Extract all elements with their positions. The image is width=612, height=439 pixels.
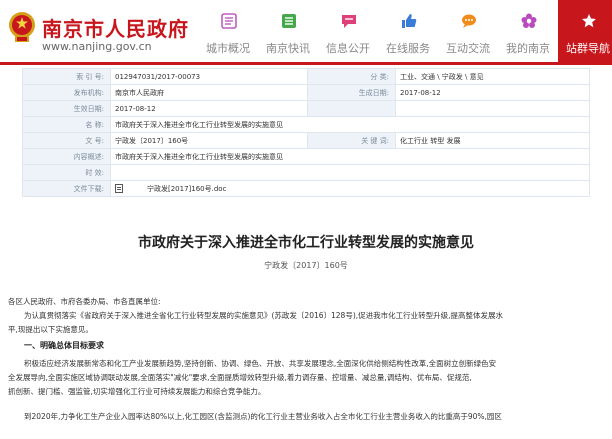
title-value: 市政府关于深入推进全市化工行业转型发展的实施意见 [110, 116, 590, 133]
download-icon[interactable] [115, 184, 123, 193]
summary-label: 内容概述: [22, 148, 111, 165]
national-emblem-icon [9, 12, 35, 42]
issuer-value: 南京市人民政府 [110, 84, 308, 101]
nav-label: 互动交流 [446, 42, 490, 55]
timeliness-value [110, 164, 590, 181]
interaction-icon [462, 14, 476, 28]
index-no-label: 索 引 号: [22, 68, 111, 85]
document-metadata-table: 索 引 号: 012947031/2017-00073 分 类: 工业、交通 \… [22, 68, 590, 197]
category-label: 分 类: [307, 68, 396, 85]
document-number: 宁政发〔2017〕160号 [264, 261, 348, 270]
index-no-value: 012947031/2017-00073 [110, 68, 308, 85]
salutation: 各区人民政府、市府各委办局、市各直属单位: [8, 297, 161, 306]
main-nav: 城市概况 南京快讯 信息公开 在线服务 互动交流 我的南京 站群导航 [198, 0, 612, 62]
publish-value: 2017-08-12 [110, 100, 308, 117]
site-header: 南京市人民政府 www.nanjing.gov.cn 城市概况 南京快讯 信息公… [0, 0, 612, 65]
created-value: 2017-08-12 [395, 84, 590, 101]
paragraph-line: 全发展导向,全面实施区域协调联动发展,全面落实"减化"要求,全面提质增效转型升级… [8, 373, 472, 382]
nav-label: 在线服务 [386, 42, 430, 55]
nav-label: 信息公开 [326, 42, 370, 55]
nav-label: 南京快讯 [266, 42, 310, 55]
category-value: 工业、交通 \ 宁政发 \ 意见 [395, 68, 590, 85]
section-heading: 一、明确总体目标要求 [24, 341, 104, 350]
empty-value [395, 100, 590, 117]
online-service-icon [402, 14, 417, 28]
site-url: www.nanjing.gov.cn [42, 40, 152, 53]
site-navigation-icon [582, 14, 596, 28]
doc-no-value: 宁政发〔2017〕160号 [110, 132, 308, 149]
nav-item-info-disclosure[interactable]: 信息公开 [318, 0, 378, 62]
nav-item-my-nanjing[interactable]: 我的南京 [498, 0, 558, 62]
title-label: 名 称: [22, 116, 111, 133]
nav-item-site-navigation[interactable]: 站群导航 [558, 0, 612, 62]
attachment-link[interactable]: 宁政发[2017]160号.doc [147, 185, 226, 193]
created-label: 生成日期: [307, 84, 396, 101]
keywords-label: 关 键 词: [307, 132, 396, 149]
empty-label [307, 100, 396, 117]
nav-item-news[interactable]: 南京快讯 [258, 0, 318, 62]
summary-value: 市政府关于深入推进全市化工行业转型发展的实施意见 [110, 148, 590, 165]
publish-label: 生效日期: [22, 100, 111, 117]
attachment-cell: 宁政发[2017]160号.doc [110, 180, 590, 197]
city-overview-icon [221, 13, 237, 29]
meta-row: 生效日期: 2017-08-12 [22, 100, 590, 117]
nav-item-interaction[interactable]: 互动交流 [438, 0, 498, 62]
meta-row: 名 称: 市政府关于深入推进全市化工行业转型发展的实施意见 [22, 116, 590, 133]
nav-item-city-overview[interactable]: 城市概况 [198, 0, 258, 62]
timeliness-label: 时 效: [22, 164, 111, 181]
my-nanjing-icon [521, 13, 537, 28]
news-icon [282, 14, 296, 28]
meta-row: 文 号: 宁政发〔2017〕160号 关 键 词: 化工行业 转型 发展 [22, 132, 590, 149]
issuer-label: 发布机构: [22, 84, 111, 101]
meta-row: 文件下载: 宁政发[2017]160号.doc [22, 180, 590, 197]
meta-row: 时 效: [22, 164, 590, 181]
meta-row: 发布机构: 南京市人民政府 生成日期: 2017-08-12 [22, 84, 590, 101]
meta-row: 内容概述: 市政府关于深入推进全市化工行业转型发展的实施意见 [22, 148, 590, 165]
meta-row: 索 引 号: 012947031/2017-00073 分 类: 工业、交通 \… [22, 68, 590, 85]
nav-item-online-service[interactable]: 在线服务 [378, 0, 438, 62]
paragraph-line: 为认真贯彻落实《省政府关于深入推进全省化工行业转型发展的实施意见》(苏政发〔20… [24, 311, 504, 320]
paragraph-line: 积极适应经济发展新常态和化工产业发展新趋势,坚持创新、协调、绿色、开放、共享发展… [24, 359, 497, 368]
document-title: 市政府关于深入推进全市化工行业转型发展的实施意见 [138, 235, 474, 251]
paragraph-line: 抓创新、提门槛、强监管,切实增强化工行业可持续发展能力和综合竞争能力。 [8, 387, 266, 396]
nav-label: 城市概况 [206, 42, 250, 55]
site-name[interactable]: 南京市人民政府 [42, 13, 189, 42]
attachment-label: 文件下载: [22, 180, 111, 197]
nav-label: 我的南京 [506, 42, 550, 55]
doc-no-label: 文 号: [22, 132, 111, 149]
nav-label: 站群导航 [566, 42, 610, 55]
keywords-value: 化工行业 转型 发展 [395, 132, 590, 149]
info-disclosure-icon [342, 15, 356, 28]
paragraph-line: 平,现提出以下实施意见。 [8, 325, 93, 334]
paragraph-line: 到2020年,力争化工生产企业入园率达80%以上,化工园区(含监测点)的化工行业… [24, 412, 502, 421]
